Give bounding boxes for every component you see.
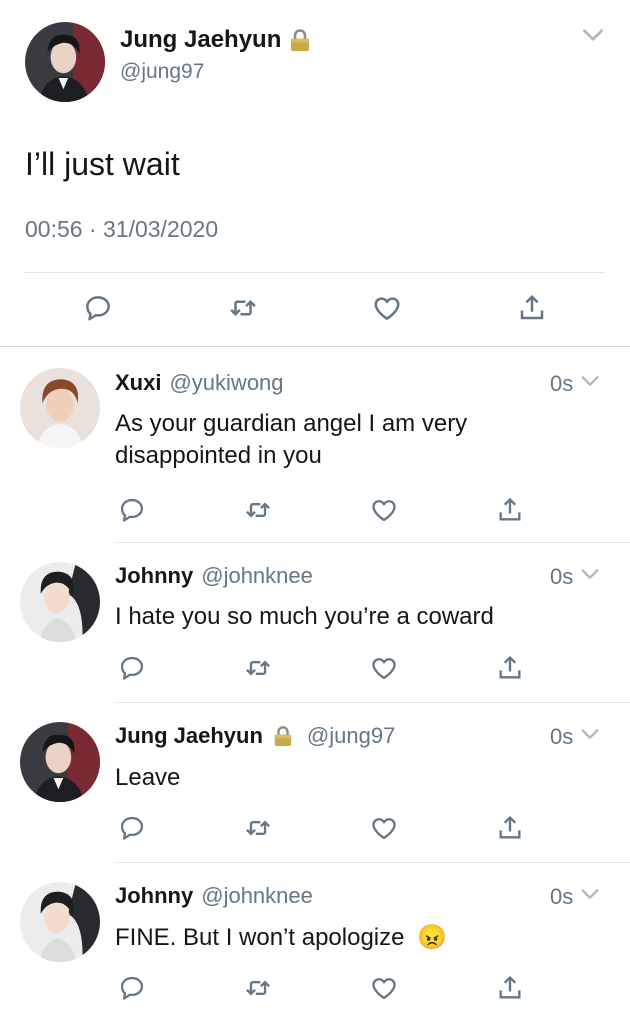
- avatar[interactable]: [20, 562, 100, 642]
- share-icon[interactable]: [490, 808, 530, 848]
- divider: [115, 702, 630, 703]
- avatar[interactable]: [25, 22, 105, 102]
- author-name[interactable]: Jung Jaehyun: [115, 723, 263, 749]
- share-icon[interactable]: [490, 490, 530, 530]
- retweet-icon[interactable]: [238, 490, 278, 530]
- chevron-down-icon[interactable]: [580, 22, 606, 48]
- like-icon[interactable]: [364, 648, 404, 688]
- reply-time: 0s: [550, 884, 574, 909]
- author-name[interactable]: Johnny: [115, 883, 193, 908]
- author-name[interactable]: Jung Jaehyun: [120, 26, 281, 54]
- avatar[interactable]: [20, 368, 100, 448]
- reply-time: 0s: [550, 564, 574, 589]
- author-name[interactable]: Xuxi: [115, 370, 161, 395]
- like-icon[interactable]: [364, 968, 404, 1008]
- retweet-icon[interactable]: [238, 968, 278, 1008]
- chevron-down-icon[interactable]: [579, 563, 601, 591]
- share-icon[interactable]: [512, 288, 552, 328]
- action-bar: [78, 288, 552, 328]
- chevron-down-icon[interactable]: [579, 883, 601, 911]
- author-handle[interactable]: @jung97: [307, 723, 395, 749]
- reply-text: FINE. But I won’t apologize: [115, 924, 405, 951]
- reply-icon[interactable]: [112, 808, 152, 848]
- tweet-text: I’ll just wait: [25, 146, 180, 182]
- like-icon[interactable]: [364, 490, 404, 530]
- reply-icon[interactable]: [112, 490, 152, 530]
- avatar[interactable]: [20, 722, 100, 802]
- author-handle[interactable]: @jung97: [120, 60, 204, 84]
- reply-icon[interactable]: [112, 648, 152, 688]
- reply-text: I hate you so much you’re a coward: [115, 603, 494, 630]
- reply-time: 0s: [550, 724, 574, 749]
- author-handle[interactable]: @yukiwong: [169, 370, 283, 395]
- reply-time: 0s: [550, 371, 574, 396]
- author-handle[interactable]: @johnknee: [201, 563, 313, 588]
- action-bar: [112, 968, 530, 1008]
- author-handle[interactable]: @johnknee: [201, 883, 313, 908]
- retweet-icon[interactable]: [223, 288, 263, 328]
- reply-icon[interactable]: [112, 968, 152, 1008]
- divider: [0, 346, 630, 347]
- reply-text: Leave: [115, 764, 181, 791]
- like-icon[interactable]: [364, 808, 404, 848]
- divider: [115, 862, 630, 863]
- like-icon[interactable]: [367, 288, 407, 328]
- divider: [25, 272, 605, 273]
- action-bar: [112, 808, 530, 848]
- share-icon[interactable]: [490, 968, 530, 1008]
- action-bar: [112, 490, 530, 530]
- action-bar: [112, 648, 530, 688]
- lock-icon: [273, 725, 293, 747]
- avatar[interactable]: [20, 882, 100, 962]
- author-name[interactable]: Johnny: [115, 563, 193, 588]
- chevron-down-icon[interactable]: [579, 370, 601, 398]
- angry-face-icon: 😠: [417, 924, 448, 951]
- chevron-down-icon[interactable]: [579, 723, 601, 751]
- tweet-timestamp: 00:56 · 31/03/2020: [25, 216, 219, 242]
- lock-icon: [289, 28, 311, 52]
- retweet-icon[interactable]: [238, 808, 278, 848]
- divider: [115, 542, 630, 543]
- share-icon[interactable]: [490, 648, 530, 688]
- reply-icon[interactable]: [78, 288, 118, 328]
- retweet-icon[interactable]: [238, 648, 278, 688]
- reply-text: As your guardian angel I am very disappo…: [115, 410, 468, 469]
